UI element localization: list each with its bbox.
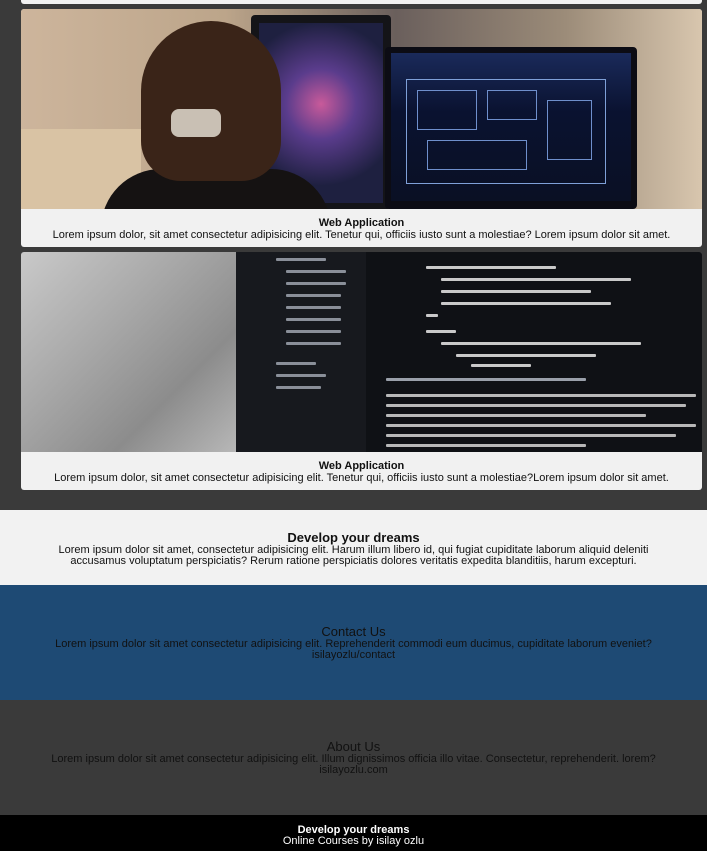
contact-link[interactable]: isilayozlu/contact (0, 650, 707, 661)
card-image-web-app-desk (21, 9, 702, 209)
card-description: Lorem ipsum dolor, sit amet consectetur … (54, 472, 669, 484)
card-image-code-editor (21, 252, 702, 452)
footer-credit: Online Courses by isilay ozlu (282, 835, 425, 847)
footer: Develop your dreams Online Courses by is… (0, 815, 707, 851)
project-card-1[interactable]: Web Application Lorem ipsum dolor, sit a… (21, 9, 702, 247)
dreams-section: Develop your dreams Lorem ipsum dolor si… (0, 510, 707, 585)
previous-card-edge (21, 0, 702, 4)
card-description: Lorem ipsum dolor, sit amet consectetur … (52, 229, 671, 241)
project-card-2[interactable]: Web Application Lorem ipsum dolor, sit a… (21, 252, 702, 490)
contact-section: Contact Us Lorem ipsum dolor sit amet co… (0, 585, 707, 700)
about-link[interactable]: isilayozlu.com (0, 765, 707, 776)
card-title: Web Application (318, 460, 405, 472)
dreams-title: Develop your dreams (287, 530, 420, 545)
card-title: Web Application (318, 217, 405, 229)
contact-title: Contact Us (321, 624, 386, 639)
dreams-text: Lorem ipsum dolor sit amet, consectetur … (58, 544, 649, 567)
about-section: About Us Lorem ipsum dolor sit amet cons… (0, 700, 707, 815)
about-title: About Us (326, 739, 381, 754)
